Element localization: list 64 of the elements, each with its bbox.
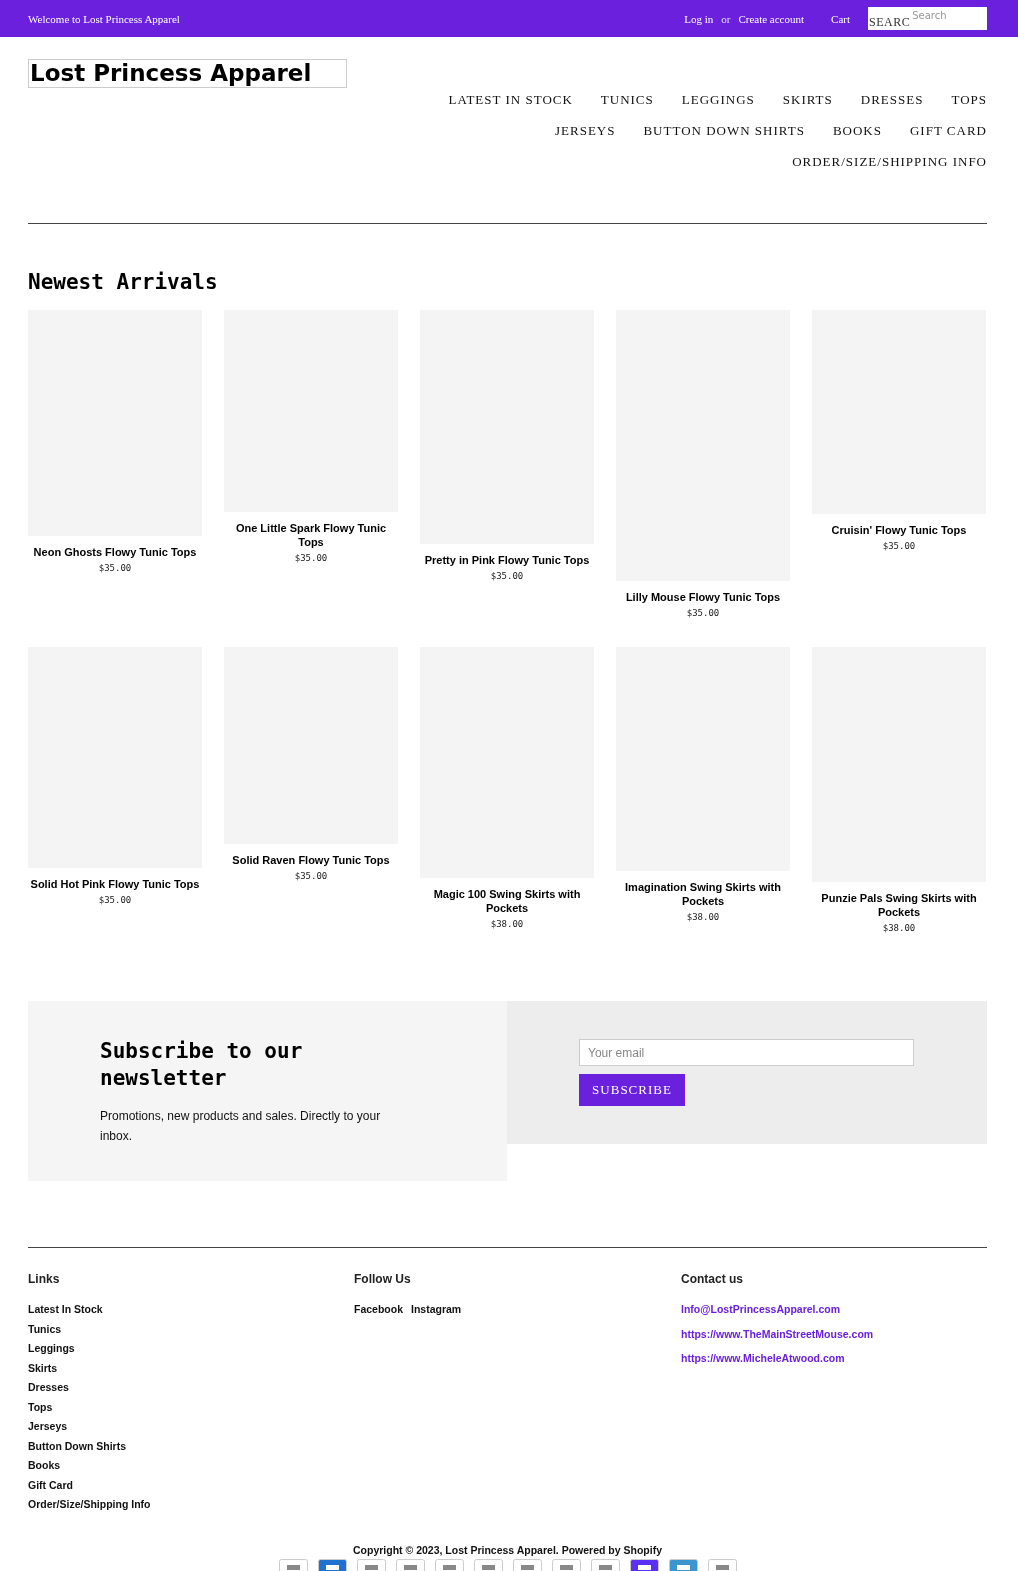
login-link[interactable]: Log in (684, 12, 714, 25)
product-price: $38.00 (882, 923, 916, 933)
product-price: $38.00 (490, 919, 524, 929)
nav-link[interactable]: JERSEYS (555, 121, 616, 140)
nav-link[interactable]: BOOKS (832, 121, 882, 140)
nav-link[interactable]: ORDER/SIZE/SHIPPING INFO (792, 152, 987, 171)
nav-link[interactable]: TOPS (951, 90, 987, 109)
product-price: $35.00 (294, 871, 328, 881)
search-field[interactable]: Search (910, 7, 987, 30)
nav-link[interactable]: TUNICS (600, 90, 654, 109)
nav-link[interactable]: DRESSES (860, 90, 924, 109)
nav-link[interactable]: SKIRTS (782, 90, 833, 109)
footer-link[interactable]: Books (28, 1458, 354, 1473)
product-price: $38.00 (686, 912, 720, 922)
footer-link[interactable]: Jerseys (28, 1419, 354, 1434)
footer-link[interactable]: Order/Size/Shipping Info (28, 1497, 354, 1512)
product-title[interactable]: Solid Hot Pink Flowy Tunic Tops (28, 877, 202, 891)
footer-link[interactable]: Skirts (28, 1360, 354, 1375)
copyright-text: Copyright © 2023, Lost Princess Apparel. Powered by Shopify (353, 1544, 662, 1556)
contact-link[interactable]: https://www.TheMainStreetMouse.com (681, 1326, 987, 1341)
nav-link[interactable]: LEGGINGS (681, 90, 755, 109)
product-price: $35.00 (98, 563, 132, 573)
search-label: SEARC (868, 7, 911, 30)
product-title[interactable]: Neon Ghosts Flowy Tunic Tops (31, 545, 199, 559)
contact-link[interactable]: Info@LostPrincessApparel.com (681, 1302, 987, 1317)
footer-link[interactable]: Tops (28, 1399, 354, 1414)
footer-link[interactable]: Instagram (411, 1302, 462, 1317)
footer-link[interactable]: Facebook (354, 1302, 403, 1317)
subscribe-button[interactable]: SUBSCRIBE (579, 1074, 685, 1106)
welcome-text: Welcome to Lost Princess Apparel (28, 12, 180, 25)
footer-heading: Contact us (681, 1272, 744, 1286)
product-title[interactable]: Magic 100 Swing Skirts with Pockets (420, 887, 594, 915)
product-price: $35.00 (490, 571, 524, 581)
contact-link[interactable]: https://www.MicheleAtwood.com (681, 1351, 987, 1366)
footer-link[interactable]: Dresses (28, 1380, 354, 1395)
footer-link[interactable]: Gift Card (28, 1477, 354, 1492)
product-price: $35.00 (294, 553, 328, 563)
product-title[interactable]: Cruisin' Flowy Tunic Tops (829, 523, 969, 537)
footer-heading: Follow Us (354, 1272, 412, 1286)
product-price: $35.00 (98, 895, 132, 905)
footer-link[interactable]: Latest In Stock (28, 1302, 354, 1317)
product-title[interactable]: One Little Spark Flowy Tunic Tops (224, 521, 398, 549)
email-field[interactable]: Your email (579, 1039, 914, 1066)
footer-heading: Links (28, 1272, 61, 1286)
section-heading: Newest Arrivals (28, 270, 219, 296)
footer-link[interactable]: Tunics (28, 1321, 354, 1336)
or-text: or (721, 12, 731, 25)
cart-link[interactable]: Cart (831, 12, 850, 25)
product-title[interactable]: Punzie Pals Swing Skirts with Pockets (812, 891, 986, 919)
footer-link[interactable]: Button Down Shirts (28, 1438, 354, 1453)
product-price: $35.00 (686, 608, 720, 618)
newsletter-heading: Subscribe to our newsletter (100, 1038, 304, 1092)
product-title[interactable]: Imagination Swing Skirts with Pockets (616, 880, 790, 908)
nav-link[interactable]: BUTTON DOWN SHIRTS (643, 121, 805, 140)
store-logo[interactable]: Lost Princess Apparel (28, 59, 347, 88)
footer-link[interactable]: Leggings (28, 1341, 354, 1356)
nav-link[interactable]: LATEST IN STOCK (448, 90, 573, 109)
product-title[interactable]: Pretty in Pink Flowy Tunic Tops (422, 553, 592, 567)
product-title[interactable]: Lilly Mouse Flowy Tunic Tops (623, 590, 783, 604)
newsletter-text: Promotions, new products and sales. Directly to your inbox. (100, 1108, 382, 1145)
product-price: $35.00 (882, 541, 916, 551)
create-account-link[interactable]: Create account (738, 12, 805, 25)
product-title[interactable]: Solid Raven Flowy Tunic Tops (230, 853, 392, 867)
nav-link[interactable]: GIFT CARD (909, 121, 987, 140)
